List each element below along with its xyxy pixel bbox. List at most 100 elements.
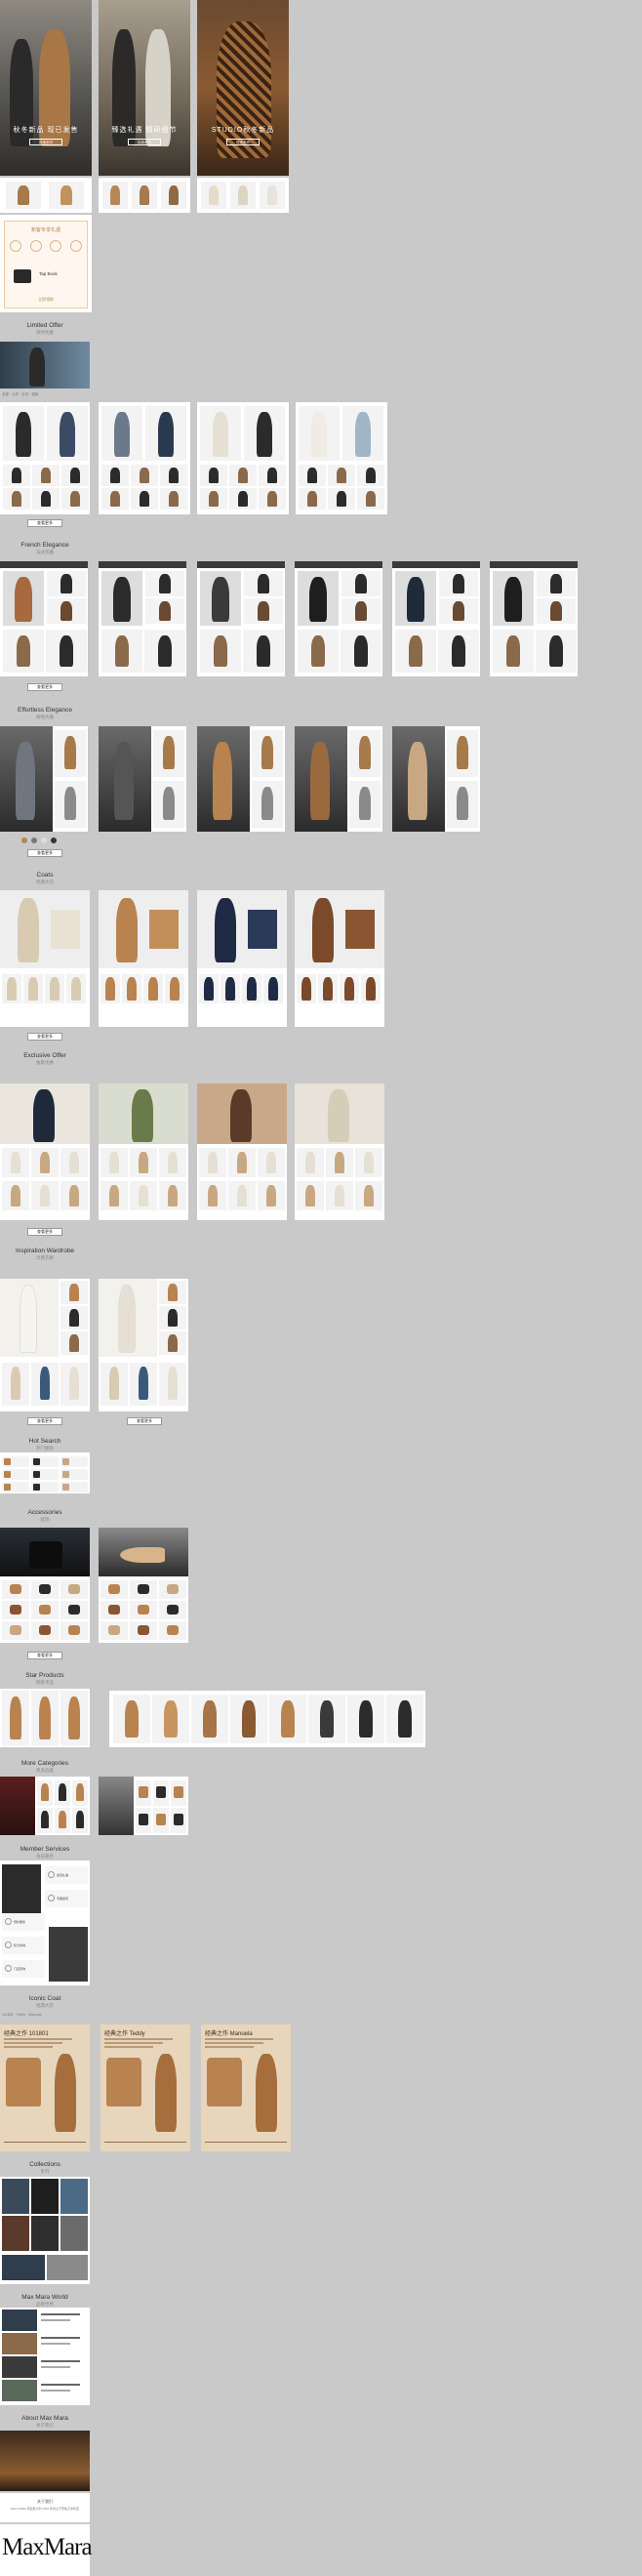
product-thumb[interactable] [60, 1601, 88, 1619]
product-thumb[interactable] [297, 1181, 324, 1210]
view-more-button[interactable]: 查看更多 [27, 1228, 62, 1236]
promo-card[interactable]: 新客专享礼遇 Tap Book 立即领取 [0, 215, 92, 312]
product-thumb[interactable] [171, 1808, 186, 1833]
iconic-card[interactable]: 经典之作 101801 [0, 2024, 90, 2151]
product-thumb[interactable] [258, 1181, 285, 1210]
product-thumb[interactable] [200, 465, 227, 486]
product-thumb[interactable] [308, 1695, 345, 1743]
product-thumb[interactable] [159, 1281, 186, 1304]
product-image[interactable] [47, 406, 88, 461]
view-more-button[interactable]: 查看更多 [27, 1033, 62, 1041]
product-thumb[interactable] [3, 488, 30, 510]
hot-search-chip[interactable] [60, 1456, 88, 1467]
product-thumb[interactable] [252, 781, 283, 828]
product-image[interactable] [101, 571, 142, 626]
exclusive-image[interactable] [99, 1084, 188, 1144]
product-image[interactable] [493, 571, 534, 626]
product-thumb[interactable] [229, 465, 257, 486]
exclusive-image[interactable] [197, 1084, 287, 1144]
product-thumb[interactable] [61, 488, 89, 510]
product-thumb[interactable] [130, 1148, 157, 1177]
product-thumb[interactable] [2, 1148, 29, 1177]
collection-image[interactable] [2, 2216, 29, 2251]
product-thumb[interactable] [2, 1363, 29, 1406]
limited-banner[interactable] [0, 342, 90, 388]
product-image[interactable] [298, 571, 339, 626]
product-thumb[interactable] [326, 1148, 353, 1177]
product-thumb[interactable] [130, 1601, 157, 1619]
product-thumb[interactable] [60, 1306, 88, 1329]
product-thumb[interactable] [438, 630, 479, 673]
product-thumb[interactable] [37, 1780, 53, 1806]
swatch-dot[interactable] [21, 838, 27, 843]
product-thumb[interactable] [341, 630, 381, 673]
product-thumb[interactable] [160, 465, 187, 486]
product-thumb[interactable] [199, 974, 219, 1003]
product-thumb[interactable] [60, 1363, 88, 1406]
hot-search-chip[interactable] [60, 1469, 88, 1480]
product-thumb[interactable] [153, 730, 184, 777]
product-thumb[interactable] [439, 571, 478, 596]
product-thumb[interactable] [100, 1148, 128, 1177]
member-service-item[interactable]: 门店查询 [2, 1960, 45, 1978]
product-thumb[interactable] [100, 1621, 128, 1640]
product-thumb[interactable] [328, 488, 355, 510]
member-service-item[interactable]: 会员礼遇 [45, 1866, 88, 1884]
product-thumb[interactable] [72, 1808, 88, 1833]
brand-logo[interactable]: MaxMara [2, 2534, 93, 2561]
view-more-button[interactable]: 查看更多 [27, 683, 62, 691]
hero-banner-2[interactable]: 臻选礼遇 精研细节 探索系列 [99, 0, 190, 176]
hot-search-chip[interactable] [60, 1482, 88, 1492]
product-thumb[interactable] [328, 465, 355, 486]
swatch-dot[interactable] [31, 838, 37, 843]
product-thumb[interactable] [318, 974, 338, 1003]
product-thumb[interactable] [31, 1181, 59, 1210]
product-thumb[interactable] [60, 1281, 88, 1304]
lifestyle-image[interactable] [99, 726, 151, 832]
product-thumb[interactable] [2, 1691, 29, 1745]
product-thumb[interactable] [361, 974, 381, 1003]
product-thumb[interactable] [2, 1621, 29, 1640]
limited-tabs[interactable]: 全部 · 大衣 · 针织 · 裙装 [2, 392, 38, 397]
product-thumb[interactable] [199, 1181, 226, 1210]
hot-search-chip[interactable] [2, 1469, 29, 1480]
product-thumb[interactable] [55, 1780, 70, 1806]
collection-image[interactable] [2, 2255, 45, 2280]
hero-banner-3[interactable]: STUDIO秋冬新品 探索系列 [197, 0, 289, 176]
product-thumb[interactable] [6, 182, 41, 209]
product-thumb[interactable] [201, 182, 226, 209]
product-thumb[interactable] [159, 1148, 186, 1177]
product-image[interactable] [244, 406, 285, 461]
product-image[interactable] [200, 571, 241, 626]
product-image[interactable] [3, 571, 44, 626]
view-more-button[interactable]: 查看更多 [27, 849, 62, 857]
product-thumb[interactable] [258, 1148, 285, 1177]
product-thumb[interactable] [37, 1808, 53, 1833]
inspiration-image[interactable] [0, 1279, 59, 1357]
product-thumb[interactable] [55, 781, 86, 828]
product-thumb[interactable] [153, 1780, 169, 1806]
product-thumb[interactable] [230, 1695, 267, 1743]
product-thumb[interactable] [299, 465, 326, 486]
product-image[interactable] [101, 406, 142, 461]
member-service-item[interactable]: 预约服务 [2, 1913, 45, 1931]
product-thumb[interactable] [144, 630, 185, 673]
product-thumb[interactable] [200, 630, 241, 673]
world-image[interactable] [2, 2380, 37, 2401]
category-image[interactable] [0, 1777, 35, 1835]
product-thumb[interactable] [60, 1621, 88, 1640]
hot-search-chip[interactable] [31, 1469, 59, 1480]
product-thumb[interactable] [159, 1601, 186, 1619]
iconic-card[interactable]: 经典之作 Teddy [100, 2024, 190, 2151]
product-thumb[interactable] [122, 974, 141, 1003]
iconic-card[interactable]: 经典之作 Manuela [201, 2024, 291, 2151]
collection-image[interactable] [47, 2255, 88, 2280]
product-thumb[interactable] [31, 1601, 59, 1619]
product-thumb[interactable] [357, 488, 384, 510]
product-thumb[interactable] [199, 1148, 226, 1177]
product-thumb[interactable] [537, 598, 576, 624]
product-thumb[interactable] [47, 598, 86, 624]
product-thumb[interactable] [130, 1580, 157, 1599]
product-thumb[interactable] [46, 630, 87, 673]
product-thumb[interactable] [355, 1148, 382, 1177]
